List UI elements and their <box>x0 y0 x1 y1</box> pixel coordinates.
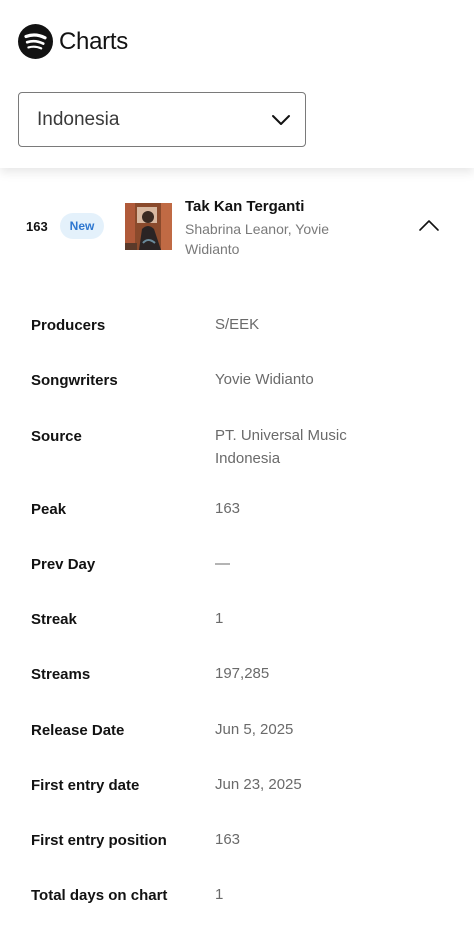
detail-value: Yovie Widianto <box>215 371 314 388</box>
detail-label: Prev Day <box>31 556 96 573</box>
detail-value: S/EEK <box>215 316 260 333</box>
track-title[interactable]: Tak Kan Terganti <box>185 198 304 215</box>
detail-value: 1 <box>215 886 224 903</box>
track-row[interactable]: 163 New Tak Kan Terganti Shabrina Leanor… <box>0 190 474 265</box>
detail-label: First entry date <box>31 777 140 794</box>
detail-value: 1 <box>215 610 224 627</box>
brand[interactable]: Charts <box>18 24 128 59</box>
country-select[interactable]: Indonesia <box>18 92 306 147</box>
charts-page: Charts Indonesia 163 New Tak Kan Tergant… <box>0 0 474 934</box>
detail-label: Streak <box>31 611 77 628</box>
brand-name: Charts <box>59 27 128 55</box>
header: Charts Indonesia <box>0 0 474 168</box>
detail-label: First entry position <box>31 832 167 849</box>
detail-label: Producers <box>31 317 106 334</box>
detail-label: Release Date <box>31 722 125 739</box>
detail-label: Streams <box>31 666 91 683</box>
detail-label: Source <box>31 428 82 445</box>
detail-value: — <box>215 555 230 572</box>
new-badge: New <box>60 213 104 239</box>
spotify-logo-icon <box>18 24 53 59</box>
detail-value: 163 <box>215 500 241 517</box>
detail-label: Songwriters <box>31 372 118 389</box>
detail-value: Jun 23, 2025 <box>215 776 302 793</box>
track-rank: 163 <box>26 219 48 234</box>
detail-value: 163 <box>215 831 241 848</box>
chevron-down-icon <box>272 114 290 125</box>
detail-label: Peak <box>31 501 67 518</box>
detail-value: PT. Universal Music Indonesia <box>215 427 347 467</box>
chevron-up-icon[interactable] <box>418 219 440 232</box>
album-cover <box>125 203 172 250</box>
detail-label: Total days on chart <box>31 887 168 904</box>
detail-value: Jun 5, 2025 <box>215 721 294 738</box>
track-artist[interactable]: Shabrina Leanor, Yovie Widianto <box>185 219 375 259</box>
country-select-value: Indonesia <box>37 108 120 130</box>
detail-value: 197,285 <box>215 665 270 682</box>
